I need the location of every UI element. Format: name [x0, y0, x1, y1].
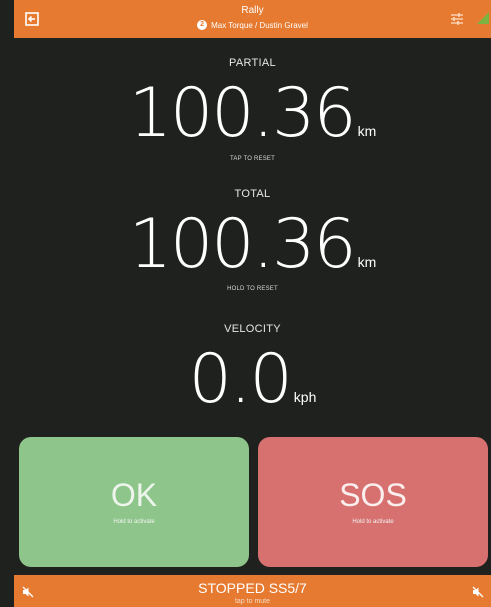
total-value: 100.36: [128, 205, 357, 284]
top-app-bar: Rally 2 Max Torque / Dustin Gravel: [14, 0, 491, 38]
crew-names: Max Torque / Dustin Gravel: [211, 21, 308, 30]
stage-title: Rally: [241, 5, 264, 16]
partial-label: PARTIAL: [229, 57, 276, 69]
signal-icon: [476, 11, 490, 25]
total-readout: 100.36 km: [14, 209, 491, 281]
sos-button[interactable]: SOS Hold to activate: [258, 437, 488, 567]
stage-status: STOPPED SS5/7: [198, 580, 307, 596]
velocity-value: 0.0: [188, 340, 293, 419]
ok-button[interactable]: OK Hold to activate: [19, 437, 249, 567]
crew-subtitle: 2 Max Torque / Dustin Gravel: [14, 19, 491, 32]
velocity-label: VELOCITY: [224, 323, 281, 335]
sos-button-label: SOS: [339, 477, 407, 513]
volume-off-icon: [472, 586, 484, 598]
partial-value: 100.36: [128, 74, 357, 153]
settings-button[interactable]: [450, 12, 464, 26]
total-label: TOTAL: [234, 188, 271, 200]
ok-button-label: OK: [110, 477, 158, 513]
partial-reset-zone[interactable]: 100.36 km: [14, 78, 491, 168]
total-unit: km: [357, 254, 377, 270]
partial-unit: km: [357, 123, 377, 139]
tune-icon: [451, 13, 463, 25]
total-reset-zone[interactable]: 100.36 km: [14, 209, 491, 289]
total-hint: HOLD TO RESET: [227, 286, 278, 292]
partial-readout: 100.36 km: [14, 78, 491, 150]
velocity-readout: 0.0 kph: [14, 344, 491, 416]
status-bar[interactable]: STOPPED SS5/7 tap to mute: [14, 575, 491, 607]
ok-button-hint: Hold to activate: [113, 519, 155, 525]
partial-hint: TAP TO RESET: [230, 156, 275, 162]
sos-button-hint: Hold to activate: [352, 519, 394, 525]
mute-hint: tap to mute: [234, 598, 271, 605]
velocity-unit: kph: [293, 389, 317, 405]
crew-number-badge: 2: [197, 19, 208, 30]
rally-app: Rally 2 Max Torque / Dustin Gravel PARTIA…: [0, 0, 491, 607]
